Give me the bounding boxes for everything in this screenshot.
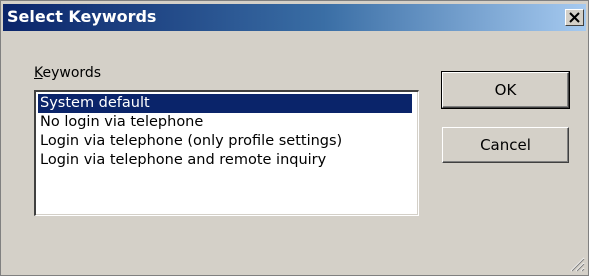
title-bar[interactable]: Select Keywords (3, 4, 586, 31)
close-button[interactable] (565, 9, 584, 26)
list-item-no-login-via-telephone[interactable]: No login via telephone (38, 113, 206, 132)
list-item-system-default[interactable]: System default (38, 94, 412, 113)
ok-button[interactable]: OK (441, 71, 570, 109)
close-icon (569, 12, 580, 23)
resize-grip-icon[interactable] (567, 254, 585, 272)
dialog-title: Select Keywords (7, 7, 157, 26)
list-item-login-remote-inquiry[interactable]: Login via telephone and remote inquiry (38, 151, 329, 170)
keywords-label: Keywords (34, 65, 101, 81)
keywords-label-text: eywords (42, 65, 102, 81)
keywords-listbox[interactable]: System default No login via telephone Lo… (34, 90, 419, 216)
list-item-login-profile-settings[interactable]: Login via telephone (only profile settin… (38, 132, 345, 151)
select-keywords-dialog: Select Keywords Keywords System default … (0, 0, 589, 276)
cancel-button[interactable]: Cancel (442, 127, 569, 163)
